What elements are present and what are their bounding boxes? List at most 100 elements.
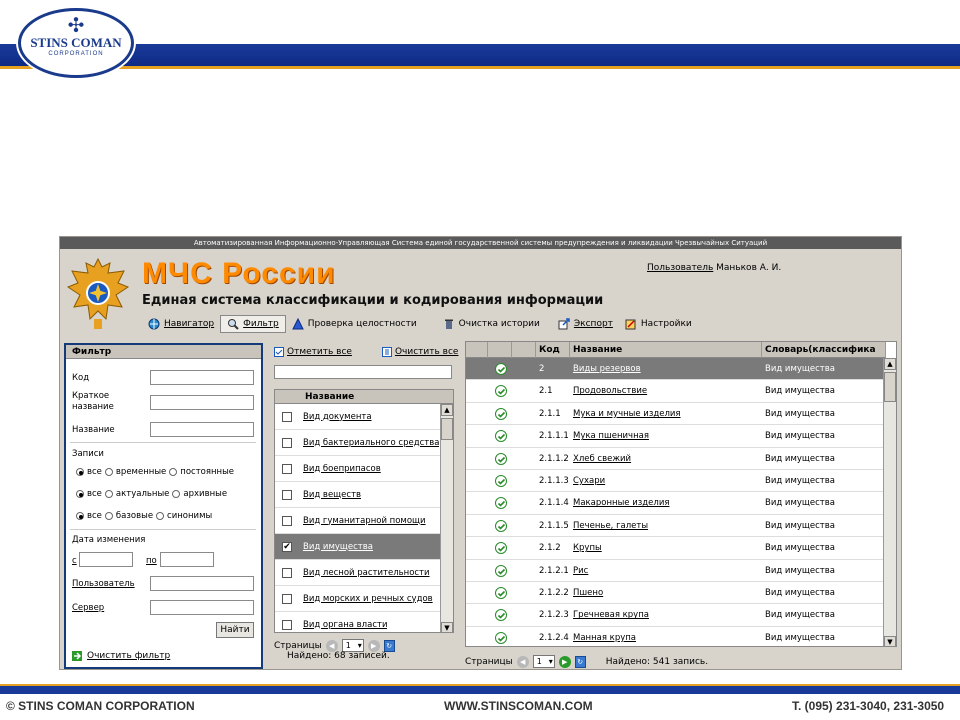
grid-row[interactable]: 2.1.2.2 Пшено Вид имущества — [466, 582, 884, 605]
grid-cell-name[interactable]: Манная крупа — [570, 627, 762, 646]
grid-row[interactable]: 2.1.1.4 Макаронные изделия Вид имущества — [466, 492, 884, 515]
grid-row[interactable]: 2.1.2.3 Гречневая крупа Вид имущества — [466, 604, 884, 627]
grid-scrollbar[interactable]: ▲ ▼ — [883, 358, 896, 646]
grid-col-code[interactable]: Код — [536, 342, 570, 358]
list-item[interactable]: Вид веществ — [275, 482, 440, 508]
grid-cell-dictionary: Вид имущества — [765, 476, 835, 486]
grid-row[interactable]: 2.1.2.1 Рис Вид имущества — [466, 560, 884, 582]
date-from-input[interactable] — [79, 552, 133, 567]
grid-cell-name[interactable]: Виды резервов — [570, 358, 762, 380]
grid-row-selected[interactable]: 2 Виды резервов Вид имущества — [466, 358, 884, 381]
check-circle-icon — [495, 385, 507, 398]
globe-icon — [148, 318, 160, 330]
radio-archive[interactable] — [172, 490, 181, 498]
list-item[interactable]: Вид гуманитарной помощи — [275, 508, 440, 534]
list-item-selected[interactable]: ✔ Вид имущества — [275, 534, 440, 560]
list-item[interactable]: Вид органа власти — [275, 612, 440, 632]
grid-cell-name[interactable]: Мука пшеничная — [570, 425, 762, 447]
user-filter-label[interactable]: Пользователь — [72, 579, 135, 589]
grid-cell-name[interactable]: Сухари — [570, 470, 762, 492]
grid-cell-name[interactable]: Крупы — [570, 537, 762, 559]
toolbar-integrity[interactable]: Проверка целостности — [286, 315, 423, 333]
refresh-icon[interactable]: ↻ — [383, 639, 395, 652]
date-to-input[interactable] — [160, 552, 214, 567]
scroll-down-icon[interactable]: ▼ — [884, 636, 896, 646]
radio-permanent[interactable] — [169, 468, 178, 476]
list-search-input[interactable] — [274, 365, 452, 379]
list-item[interactable]: Вид боеприпасов — [275, 456, 440, 482]
grid-col-dictionary[interactable]: Словарь(классифика — [762, 342, 886, 358]
system-subtitle: Единая система классификации и кодирован… — [142, 293, 604, 308]
list-checkbox[interactable] — [282, 437, 292, 448]
grid-col-name[interactable]: Название — [570, 342, 762, 358]
list-item[interactable]: Вид бактериального средства — [275, 430, 440, 456]
prev-page-icon[interactable]: ◀ — [516, 655, 529, 668]
radio-all-1[interactable] — [76, 468, 84, 476]
grid-cell-name[interactable]: Макаронные изделия — [570, 492, 762, 514]
grid-row[interactable]: 2.1.2 Крупы Вид имущества — [466, 537, 884, 560]
list-checkbox[interactable] — [282, 567, 292, 578]
list-item[interactable]: Вид документа — [275, 404, 440, 430]
grid-row[interactable]: 2.1.1 Мука и мучные изделия Вид имущества — [466, 403, 884, 426]
grid-row[interactable]: 2.1.1.3 Сухари Вид имущества — [466, 470, 884, 493]
grid-cell-name[interactable]: Продовольствие — [570, 380, 762, 402]
next-page-icon[interactable]: ▶ — [558, 655, 571, 668]
server-input[interactable] — [150, 600, 254, 615]
grid-row[interactable]: 2.1.1.1 Мука пшеничная Вид имущества — [466, 425, 884, 448]
grid-row[interactable]: 2.1.1.2 Хлеб свежий Вид имущества — [466, 448, 884, 470]
list-checkbox[interactable] — [282, 593, 292, 604]
grid-row[interactable]: 2.1 Продовольствие Вид имущества — [466, 380, 884, 403]
list-checkbox[interactable] — [282, 411, 292, 422]
mark-all-button[interactable]: Отметить все — [274, 347, 352, 357]
list-item[interactable]: Вид лесной растительности — [275, 560, 440, 586]
check-all-icon — [274, 347, 284, 357]
toolbar-export[interactable]: Экспорт — [552, 315, 619, 333]
settings-icon — [625, 319, 636, 330]
radio-synonyms[interactable] — [156, 512, 165, 520]
server-label[interactable]: Сервер — [72, 603, 104, 613]
next-page-icon[interactable]: ▶ — [367, 639, 380, 652]
grid-row[interactable]: 2.1.1.5 Печенье, галеты Вид имущества — [466, 515, 884, 538]
code-input[interactable] — [150, 370, 254, 385]
scroll-up-icon[interactable]: ▲ — [441, 404, 453, 416]
grid-cell-name[interactable]: Мука и мучные изделия — [570, 403, 762, 425]
scroll-thumb[interactable] — [884, 372, 896, 402]
page-select[interactable]: 1 — [532, 655, 555, 668]
name-input[interactable] — [150, 422, 254, 437]
clear-all-button[interactable]: Очистить все — [381, 347, 458, 357]
toolbar-settings[interactable]: Настройки — [619, 315, 698, 333]
list-checkbox[interactable] — [282, 515, 292, 526]
grid-row[interactable]: 2.1.2.4 Манная крупа Вид имущества — [466, 627, 884, 646]
list-checkbox[interactable] — [282, 489, 292, 500]
grid-cell-name[interactable]: Гречневая крупа — [570, 604, 762, 626]
clear-filter[interactable]: Очистить фильтр — [72, 651, 170, 661]
list-item[interactable]: Вид морских и речных судов — [275, 586, 440, 612]
toolbar-navigator[interactable]: Навигатор — [142, 315, 220, 333]
radio-all-3[interactable] — [76, 512, 84, 520]
list-scrollbar[interactable]: ▲ ▼ — [440, 404, 453, 632]
toolbar-filter[interactable]: Фильтр — [220, 315, 286, 333]
list-checkbox[interactable] — [282, 619, 292, 630]
list-checkbox[interactable] — [282, 463, 292, 474]
scroll-thumb[interactable] — [441, 418, 453, 440]
radio-temporary[interactable] — [104, 468, 113, 476]
radio-actual[interactable] — [104, 490, 113, 498]
find-button[interactable]: Найти — [216, 622, 254, 638]
radio-base[interactable] — [104, 512, 113, 520]
grid-cell-name[interactable]: Печенье, галеты — [570, 515, 762, 537]
list-checkbox-checked[interactable]: ✔ — [282, 541, 292, 552]
grid-cell-name[interactable]: Рис — [570, 560, 762, 582]
scroll-down-icon[interactable]: ▼ — [441, 622, 453, 632]
radio-label: постоянные — [180, 467, 235, 477]
user-link[interactable]: Пользователь — [647, 263, 713, 273]
radio-all-2[interactable] — [76, 490, 84, 498]
user-filter-input[interactable] — [150, 576, 254, 591]
grid-col-check — [488, 342, 512, 358]
scroll-up-icon[interactable]: ▲ — [884, 358, 896, 370]
prev-page-icon[interactable]: ◀ — [325, 639, 338, 652]
grid-cell-name[interactable]: Пшено — [570, 582, 762, 604]
grid-cell-name[interactable]: Хлеб свежий — [570, 448, 762, 470]
short-name-input[interactable] — [150, 395, 254, 410]
refresh-icon[interactable]: ↻ — [574, 655, 586, 668]
toolbar-clear-history[interactable]: Очистка истории — [437, 315, 546, 333]
